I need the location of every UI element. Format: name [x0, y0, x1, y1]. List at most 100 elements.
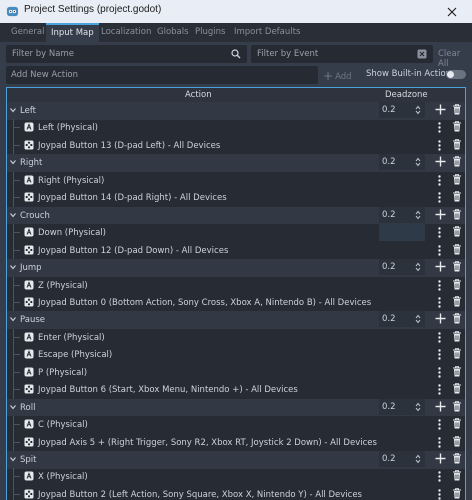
spinner-arrows-icon[interactable]	[415, 402, 421, 412]
action-tree[interactable]: Action Deadzone Left 0.2 Left (Physical) Jo…	[6, 87, 466, 500]
trash-icon[interactable]	[452, 331, 462, 342]
trash-icon[interactable]	[452, 174, 462, 185]
spinner-arrows-icon[interactable]	[415, 157, 421, 167]
trash-icon[interactable]	[452, 296, 462, 307]
clear-icon[interactable]	[417, 49, 427, 59]
edit-icon[interactable]	[438, 471, 441, 483]
edit-icon[interactable]	[438, 419, 441, 430]
edit-icon[interactable]	[438, 140, 441, 151]
chevron-down-icon[interactable]	[10, 404, 16, 410]
trash-icon[interactable]	[452, 435, 462, 447]
event-row[interactable]: P (Physical)	[7, 363, 465, 382]
tab-plugins[interactable]: Plugins	[190, 23, 230, 42]
event-row[interactable]: Joypad Axis 5 + (Right Trigger, Sony R2,…	[7, 433, 465, 452]
trash-icon[interactable]	[452, 121, 462, 132]
edit-icon[interactable]	[438, 367, 441, 378]
plus-icon[interactable]	[435, 401, 446, 412]
add-new-action-input[interactable]: Add New Action	[6, 66, 318, 84]
chevron-down-icon[interactable]	[10, 456, 16, 462]
spinner-arrows-icon[interactable]	[415, 262, 421, 272]
chevron-down-icon[interactable]	[10, 107, 16, 113]
trash-icon[interactable]	[452, 191, 462, 202]
trash-icon[interactable]	[452, 156, 462, 167]
trash-icon[interactable]	[452, 313, 462, 324]
trash-icon[interactable]	[452, 261, 462, 272]
deadzone-spinbox[interactable]: 0.2	[379, 451, 425, 467]
plus-icon[interactable]	[435, 104, 446, 115]
plus-icon[interactable]	[435, 261, 446, 272]
edit-icon[interactable]	[438, 279, 441, 291]
filter-by-event-input[interactable]: Filter by Event	[251, 45, 433, 63]
deadzone-spinbox[interactable]: 0.2	[379, 102, 425, 118]
edit-icon[interactable]	[438, 227, 441, 238]
spinner-arrows-icon[interactable]	[415, 454, 421, 464]
tab-input-map[interactable]: Input Map	[46, 23, 99, 42]
event-row[interactable]: Right (Physical)	[7, 171, 465, 190]
filter-by-name-input[interactable]: Filter by Name	[6, 45, 247, 63]
event-row[interactable]: Left (Physical)	[7, 119, 465, 137]
event-row[interactable]: Joypad Button 0 (Bottom Action, Sony Cro…	[7, 293, 465, 312]
action-row[interactable]: Jump 0.2	[7, 259, 465, 277]
trash-icon[interactable]	[452, 383, 462, 394]
show-builtin-toggle[interactable]	[446, 70, 466, 79]
action-row[interactable]: Left 0.2	[7, 102, 465, 120]
trash-icon[interactable]	[452, 278, 462, 290]
trash-icon[interactable]	[452, 488, 462, 499]
trash-icon[interactable]	[452, 208, 462, 220]
spinner-arrows-icon[interactable]	[415, 314, 421, 324]
edit-icon[interactable]	[438, 384, 441, 395]
trash-icon[interactable]	[452, 104, 462, 115]
event-row[interactable]: C (Physical)	[7, 416, 465, 434]
event-row[interactable]: Enter (Physical)	[7, 328, 465, 347]
trash-icon[interactable]	[452, 243, 462, 255]
event-row[interactable]: X (Physical)	[7, 468, 465, 486]
edit-icon[interactable]	[438, 332, 441, 343]
plus-icon[interactable]	[435, 453, 446, 464]
trash-icon[interactable]	[452, 366, 462, 377]
trash-icon[interactable]	[452, 418, 462, 429]
trash-icon[interactable]	[452, 400, 462, 412]
plus-icon[interactable]	[435, 313, 446, 324]
edit-icon[interactable]	[438, 297, 441, 308]
action-row[interactable]: Pause 0.2	[7, 311, 465, 329]
edit-icon[interactable]	[438, 122, 441, 134]
tab-localization[interactable]: Localization	[96, 23, 156, 42]
trash-icon[interactable]	[452, 348, 462, 359]
deadzone-spinbox[interactable]: 0.2	[379, 154, 425, 171]
event-row[interactable]: Joypad Button 2 (Left Action, Sony Squar…	[7, 485, 465, 500]
chevron-down-icon[interactable]	[10, 159, 16, 165]
clear-all-button[interactable]: Clear All	[438, 49, 472, 69]
event-row[interactable]: Joypad Button 12 (D-pad Down) - All Devi…	[7, 241, 465, 260]
deadzone-spinbox[interactable]: 0.2	[379, 398, 425, 415]
deadzone-spinbox[interactable]: 0.2	[379, 206, 425, 223]
close-button[interactable]	[432, 0, 472, 23]
tab-globals[interactable]: Globals	[152, 23, 194, 42]
edit-icon[interactable]	[438, 349, 441, 360]
edit-icon[interactable]	[438, 192, 441, 203]
edit-icon[interactable]	[438, 436, 441, 448]
scrollbar[interactable]	[466, 87, 472, 500]
event-row[interactable]: Z (Physical)	[7, 276, 465, 294]
trash-icon[interactable]	[452, 453, 462, 464]
action-row[interactable]: Spit 0.2	[7, 451, 465, 469]
trash-icon[interactable]	[452, 470, 462, 481]
tab-import-defaults[interactable]: Import Defaults	[229, 23, 305, 42]
chevron-down-icon[interactable]	[10, 212, 16, 218]
plus-icon[interactable]	[435, 209, 446, 220]
trash-icon[interactable]	[452, 226, 462, 237]
chevron-down-icon[interactable]	[10, 264, 16, 270]
trash-icon[interactable]	[452, 139, 462, 150]
deadzone-spinbox[interactable]: 0.2	[379, 311, 425, 328]
event-row[interactable]: Down (Physical)	[7, 224, 465, 242]
plus-icon[interactable]	[435, 156, 446, 167]
edit-icon[interactable]	[438, 244, 441, 256]
deadzone-spinbox[interactable]: 0.2	[379, 259, 425, 276]
event-row[interactable]: Joypad Button 6 (Start, Xbox Menu, Ninte…	[7, 381, 465, 399]
action-row[interactable]: Crouch 0.2	[7, 206, 465, 225]
event-row[interactable]: Escape (Physical)	[7, 346, 465, 364]
event-row[interactable]: Joypad Button 13 (D-pad Left) - All Devi…	[7, 136, 465, 155]
action-row[interactable]: Roll 0.2	[7, 398, 465, 417]
action-row[interactable]: Right 0.2	[7, 154, 465, 172]
edit-icon[interactable]	[438, 489, 441, 500]
spinner-arrows-icon[interactable]	[415, 210, 421, 220]
